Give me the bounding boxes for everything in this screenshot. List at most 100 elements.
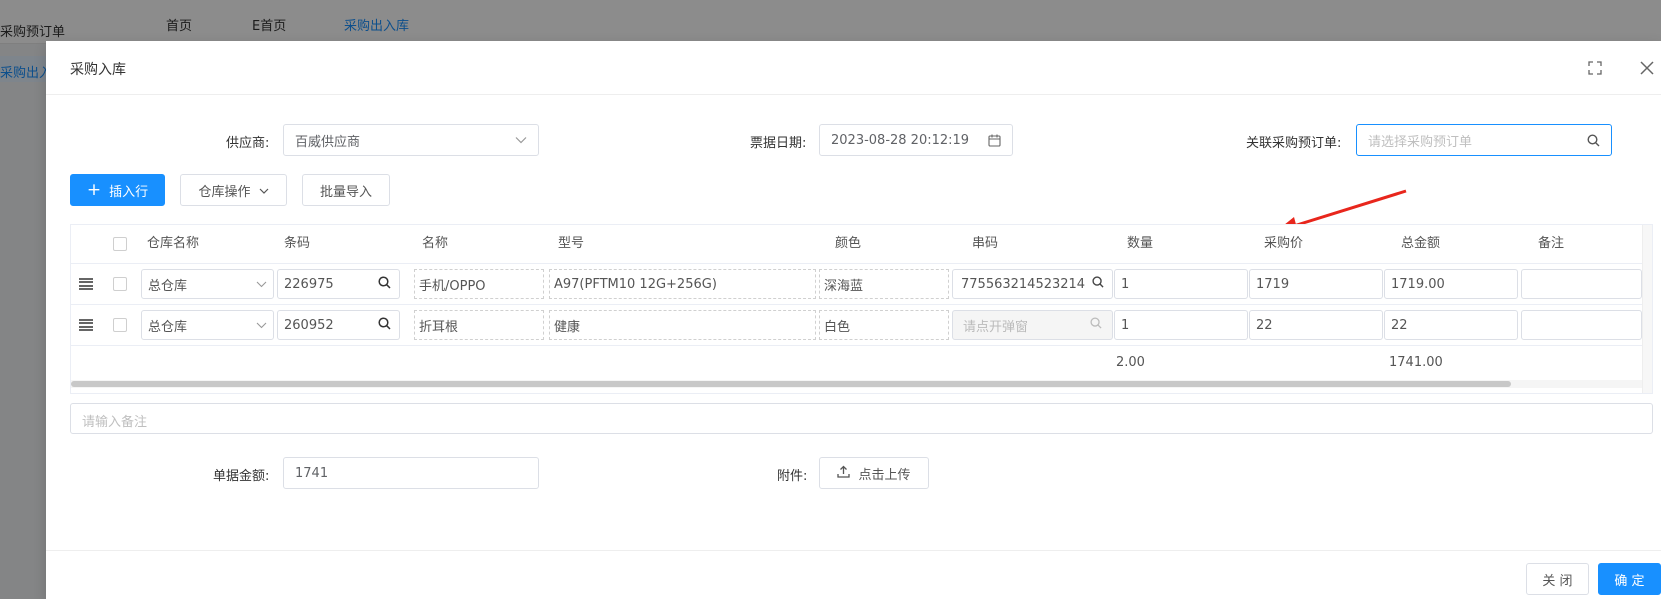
sum-qty: 2.00 [1116,355,1145,370]
item-table: 仓库名称 条码 名称 型号 颜色 串码 数量 采购价 总金额 备注 总仓库 22… [70,224,1653,394]
batch-import-label: 批量导入 [319,184,372,200]
remark-textarea[interactable]: 请输入备注 [70,403,1653,434]
horizontal-scrollbar[interactable] [71,380,1652,388]
serial-value: 775563214523214 [961,276,1086,292]
color-cell: 深海蓝 [819,269,949,299]
qty-value: 1 [1121,317,1130,333]
barcode-value: 226975 [284,276,334,292]
warehouse-select[interactable]: 总仓库 [141,310,274,340]
qty-input[interactable]: 1 [1114,310,1248,340]
total-input[interactable]: 22 [1384,310,1518,340]
calendar-icon [988,134,1001,147]
qty-value: 1 [1121,276,1130,292]
chevron-down-icon [256,318,267,333]
model-cell: A97(PFTM10 12G+256G) [549,269,816,299]
serial-input[interactable]: 775563214523214 [952,269,1113,299]
product-name-value: 折耳根 [419,319,459,335]
color-value: 深海蓝 [824,278,864,294]
serial-input-disabled: 请点开弹窗 [952,310,1113,340]
header-total: 总金额 [1401,236,1441,251]
close-icon[interactable] [1636,57,1658,79]
price-value: 1719 [1256,276,1290,292]
drag-handle-icon[interactable] [79,278,93,290]
remark-cell-input[interactable] [1521,310,1642,340]
supplier-select[interactable]: 百威供应商 [283,124,539,156]
model-value: A97(PFTM10 12G+256G) [554,276,717,292]
header-remark: 备注 [1538,236,1565,251]
search-icon[interactable] [1092,276,1104,292]
qty-input[interactable]: 1 [1114,269,1248,299]
supplier-value: 百威供应商 [295,134,361,150]
model-value: 健康 [554,319,581,335]
upload-icon [837,465,851,482]
product-name-cell: 折耳根 [414,310,544,340]
purchase-inbound-modal: 采购入库 供应商: 百威供应商 票据日期: 2023-08-28 20:12:1… [46,41,1661,599]
price-value: 22 [1256,317,1273,333]
search-icon [1090,317,1102,333]
modal-footer-divider [46,550,1661,551]
insert-row-button[interactable]: + 插入行 [70,174,165,206]
date-value: 2023-08-28 20:12:19 [831,132,970,148]
batch-import-button[interactable]: 批量导入 [302,174,390,206]
date-picker[interactable]: 2023-08-28 20:12:19 [819,124,1013,156]
supplier-label: 供应商: [226,136,270,151]
remark-cell-input[interactable] [1521,269,1642,299]
plus-icon: + [86,179,102,200]
warehouse-operation-button[interactable]: 仓库操作 [180,174,287,206]
search-icon [378,316,391,334]
vertical-scrollbar[interactable] [1642,225,1652,393]
amount-input[interactable]: 1741 [283,457,539,489]
color-value: 白色 [824,319,851,335]
row-divider [71,304,1652,305]
confirm-button[interactable]: 确 定 [1598,563,1661,595]
row-divider [71,345,1652,346]
chevron-down-icon [259,183,269,198]
date-label: 票据日期: [750,136,807,151]
warehouse-value: 总仓库 [148,278,188,294]
amount-label: 单据金额: [213,469,270,484]
row-checkbox[interactable] [113,277,127,291]
fullscreen-icon[interactable] [1584,57,1606,79]
horizontal-scrollbar-thumb[interactable] [71,381,1511,387]
price-input[interactable]: 1719 [1249,269,1383,299]
upload-label: 点击上传 [858,467,911,483]
sum-total: 1741.00 [1389,355,1443,370]
header-qty: 数量 [1127,236,1154,251]
modal-title: 采购入库 [70,62,126,78]
attachment-label: 附件: [777,469,808,484]
product-name-value: 手机/OPPO [419,278,486,294]
total-value: 1719.00 [1391,276,1445,292]
preorder-search-input[interactable]: 请选择采购预订单 [1356,124,1612,156]
barcode-search-button[interactable] [370,310,400,340]
confirm-button-label: 确 定 [1614,573,1645,589]
header-color: 颜色 [835,236,862,251]
warehouse-value: 总仓库 [148,319,188,335]
serial-placeholder: 请点开弹窗 [963,319,1029,335]
upload-button[interactable]: 点击上传 [819,457,929,489]
row-divider [71,263,1652,264]
chevron-down-icon [256,277,267,292]
price-input[interactable]: 22 [1249,310,1383,340]
warehouse-operation-label: 仓库操作 [198,184,251,200]
header-barcode: 条码 [284,236,311,251]
insert-row-label: 插入行 [109,184,149,200]
barcode-input[interactable]: 260952 [277,310,371,340]
select-all-checkbox[interactable] [113,237,127,251]
barcode-input[interactable]: 226975 [277,269,371,299]
header-name: 名称 [422,236,449,251]
total-input[interactable]: 1719.00 [1384,269,1518,299]
row-checkbox[interactable] [113,318,127,332]
close-button[interactable]: 关 闭 [1526,563,1589,595]
preorder-label: 关联采购预订单: [1246,136,1342,151]
product-name-cell: 手机/OPPO [414,269,544,299]
remark-placeholder: 请输入备注 [82,415,148,430]
close-button-label: 关 闭 [1542,573,1573,589]
chevron-down-icon [515,136,527,144]
header-serial: 串码 [972,236,999,251]
barcode-search-button[interactable] [370,269,400,299]
search-icon [378,275,391,293]
search-icon[interactable] [1587,133,1600,147]
warehouse-select[interactable]: 总仓库 [141,269,274,299]
drag-handle-icon[interactable] [79,319,93,331]
barcode-value: 260952 [284,317,334,333]
